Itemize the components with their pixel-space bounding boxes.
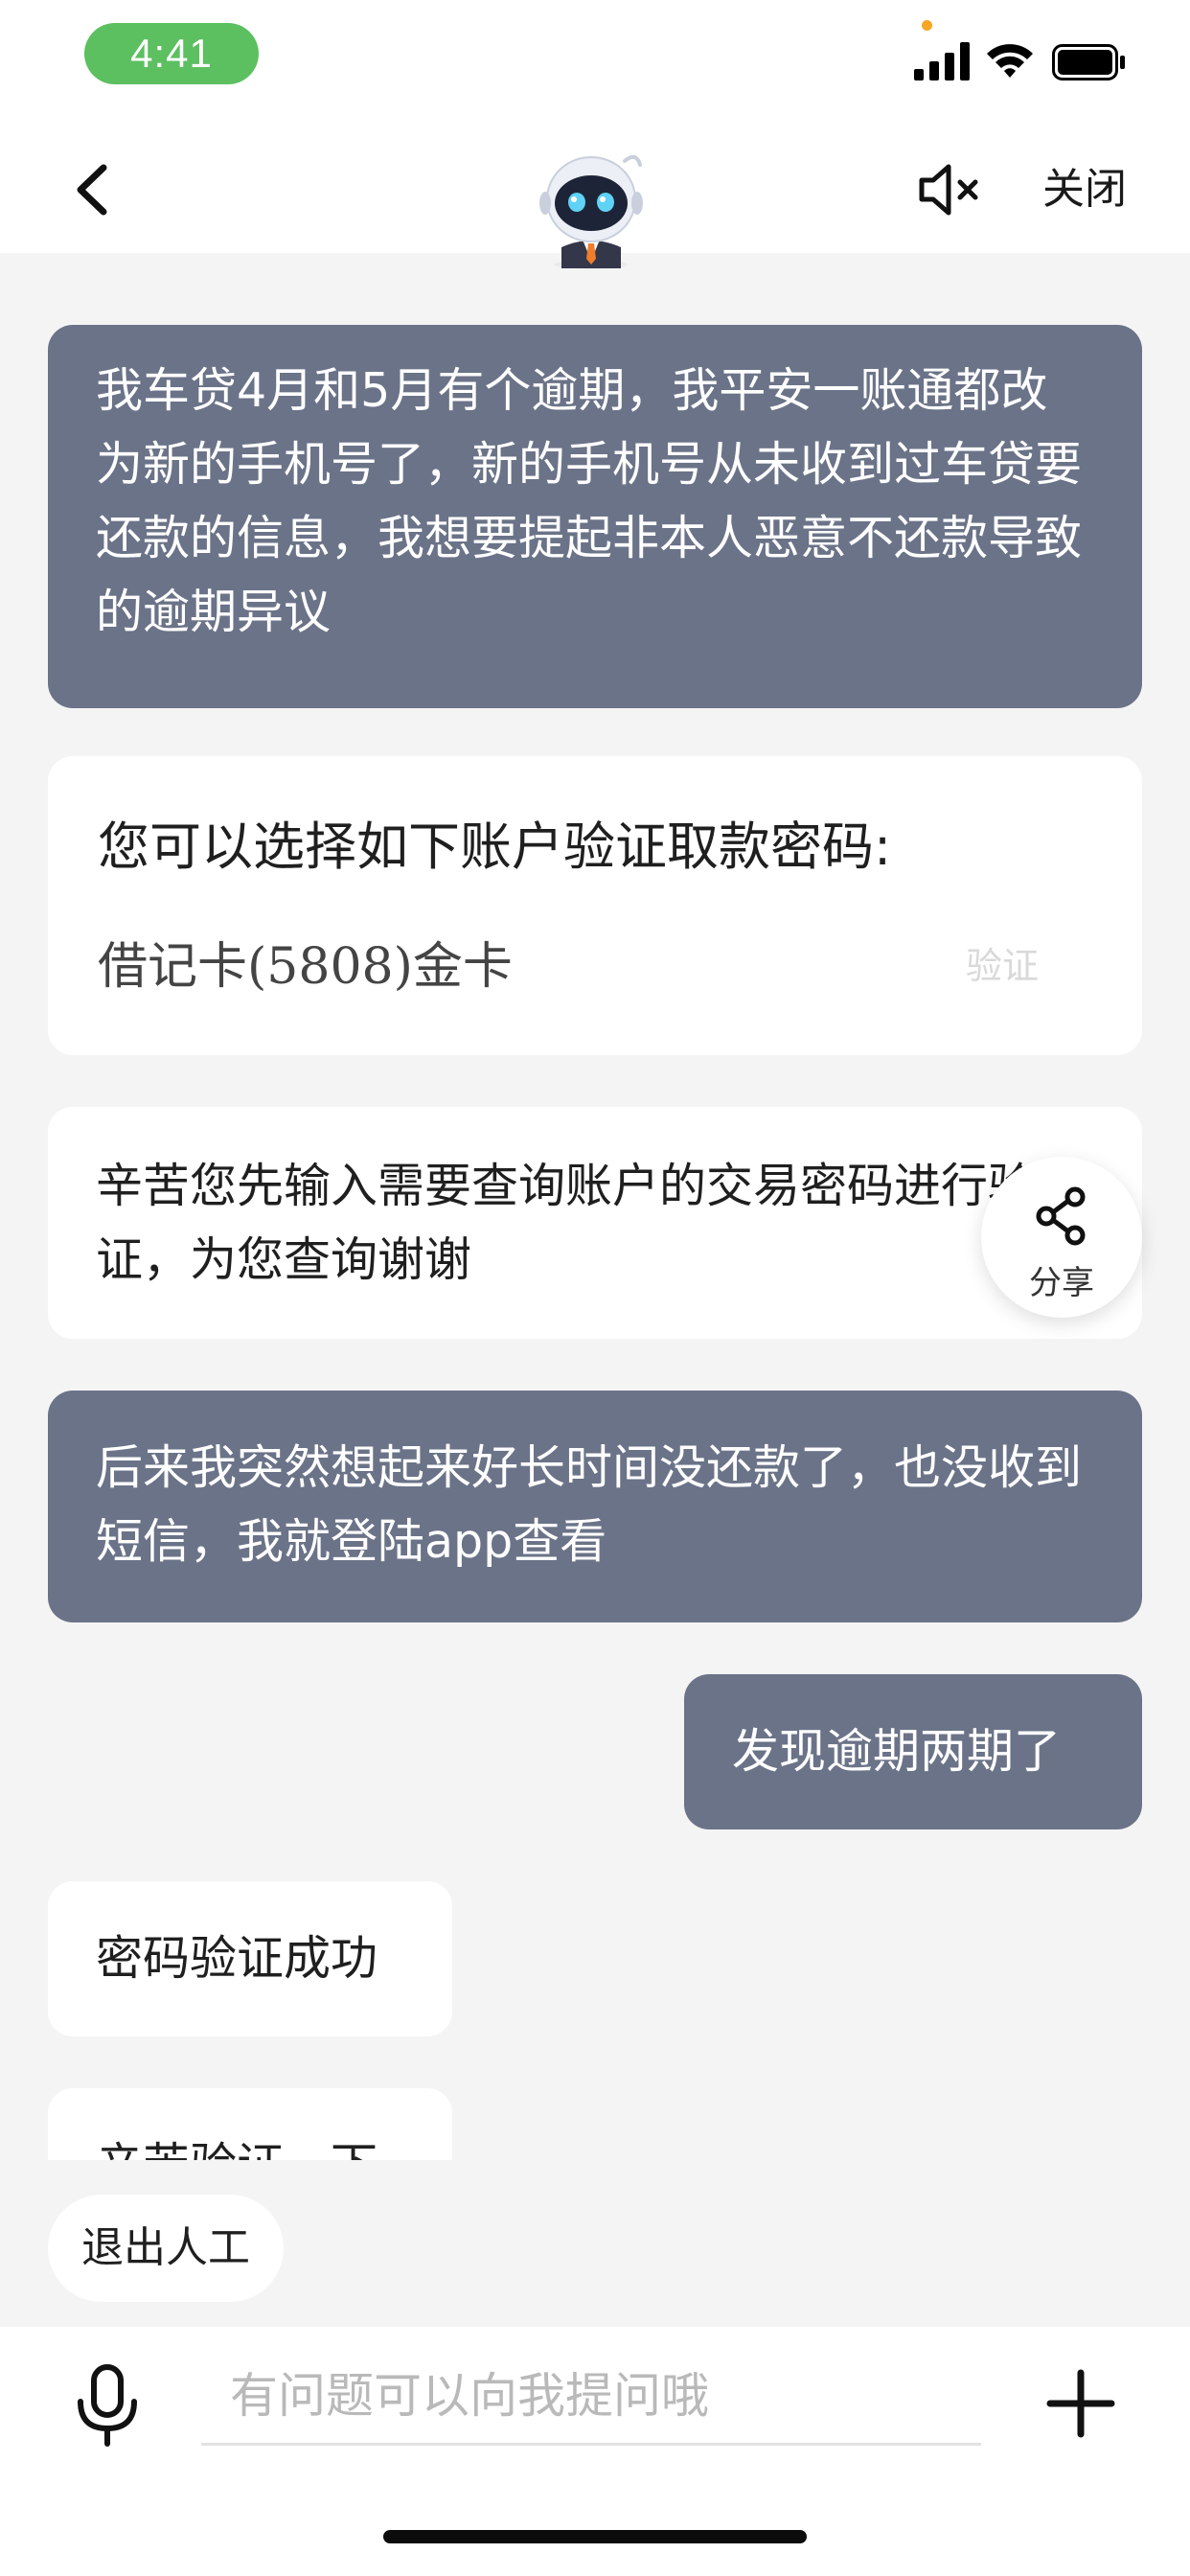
message-input[interactable] [201,2348,981,2446]
user-message-bubble: 发现逾期两期了 [684,1674,1142,1829]
verify-button[interactable]: 验证 [966,942,1039,990]
bot-account-verify-card: 您可以选择如下账户验证取款密码: 借记卡(5808)金卡 验证 [48,756,1142,1055]
wifi-icon [987,44,1033,78]
close-button[interactable]: 关闭 [1037,159,1133,220]
battery-icon [1052,44,1125,80]
user-message-bubble: 我车贷4月和5月有个逾期，我平安一账通都改为新的手机号了，新的手机号从未收到过车… [48,325,1142,708]
verify-prompt-title: 您可以选择如下账户验证取款密码: [98,816,892,877]
share-icon [1036,1186,1086,1246]
plus-icon[interactable] [1046,2369,1115,2438]
share-button[interactable]: 分享 [981,1157,1142,1318]
chevron-left-icon[interactable] [69,158,119,221]
privacy-indicator-dot [922,20,932,31]
bot-message-bubble: 辛苦验证一下 [48,2088,452,2160]
debit-card-option[interactable]: 借记卡(5808)金卡 [98,936,513,998]
exit-human-agent-button[interactable]: 退出人工 [48,2195,284,2302]
bot-message-bubble: 密码验证成功 [48,1881,452,2036]
signal-icon [914,42,970,80]
status-time: 4:41 [84,23,259,84]
home-indicator [383,2530,807,2543]
share-label: 分享 [1029,1264,1094,1302]
speaker-muted-icon[interactable] [916,161,983,218]
user-message-bubble: 后来我突然想起来好长时间没还款了，也没收到短信，我就登陆app查看 [48,1391,1142,1622]
microphone-icon[interactable] [73,2363,142,2450]
bot-message-bubble: 辛苦您先输入需要查询账户的交易密码进行验证，为您查询谢谢 [48,1107,1142,1339]
